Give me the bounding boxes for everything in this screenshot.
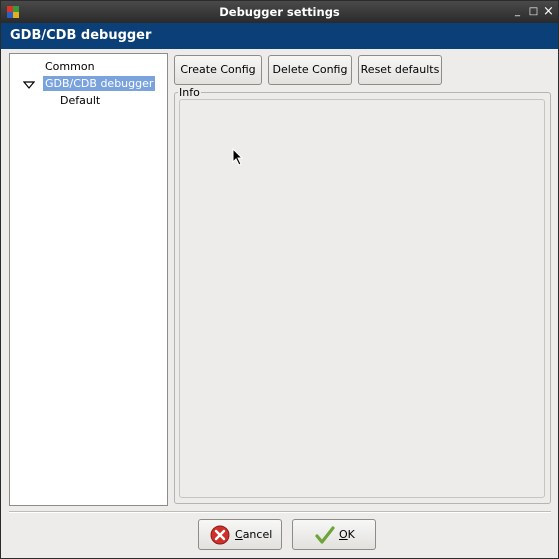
tree-item-common[interactable]: Common [45,60,95,73]
page-title: GDB/CDB debugger [10,28,152,43]
expander-triangle-icon[interactable] [23,81,35,89]
ok-label: OK [339,528,355,541]
maximize-icon[interactable]: □ [527,5,540,18]
settings-tree[interactable]: Common GDB/CDB debugger Default [9,53,168,506]
page-header: GDB/CDB debugger [1,23,558,49]
title-bar[interactable]: Debugger settings _ □ × [1,1,558,23]
minimize-icon[interactable]: _ [511,5,524,18]
close-icon[interactable]: × [542,5,555,18]
debugger-settings-window: Debugger settings _ □ × GDB/CDB debugger… [0,0,559,559]
delete-config-button[interactable]: Delete Config [268,55,352,85]
cancel-button[interactable]: Cancel [198,519,282,550]
button-separator [9,511,551,513]
tree-item-gdb-cdb-debugger[interactable]: GDB/CDB debugger [43,76,156,91]
tree-item-default[interactable]: Default [60,94,100,107]
checkmark-icon [315,526,335,544]
window-title: Debugger settings [219,5,340,19]
cancel-label: Cancel [235,528,273,541]
ok-button[interactable]: OK [292,519,376,550]
reset-defaults-button[interactable]: Reset defaults [358,55,442,85]
create-config-button[interactable]: Create Config [174,55,262,85]
cancel-icon [210,525,230,545]
info-group-label: Info [178,86,201,99]
mouse-cursor-icon [232,148,244,166]
